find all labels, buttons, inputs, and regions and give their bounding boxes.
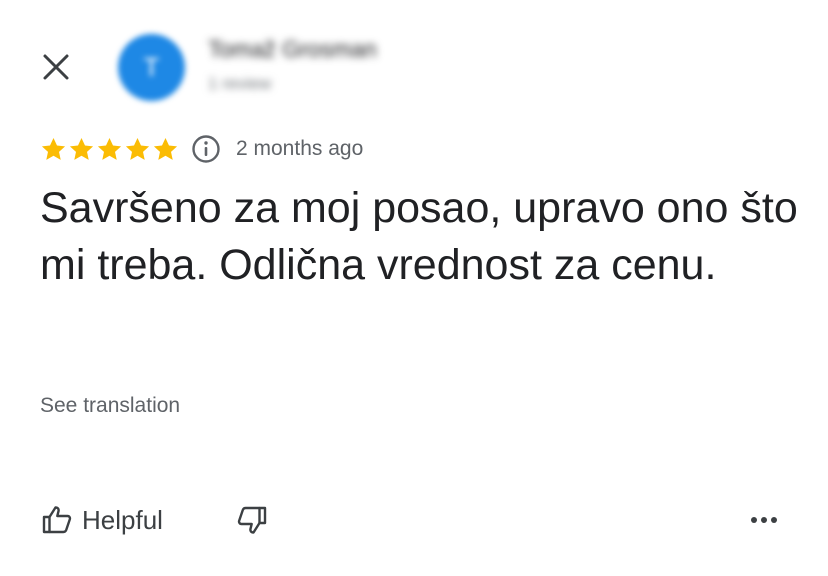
helpful-label: Helpful (82, 504, 163, 535)
author-avatar[interactable]: T (118, 34, 185, 101)
review-text: Savršeno za moj posao, upravo ono što mi… (40, 184, 798, 289)
see-translation-link[interactable]: See translation (40, 394, 180, 418)
more-options-button[interactable] (740, 500, 788, 540)
star-icon (153, 137, 178, 160)
author-review-count: 1 review (208, 74, 272, 93)
thumbs-down-icon (237, 506, 267, 534)
avatar-initial: T (143, 52, 160, 82)
star-icon (125, 137, 150, 160)
star-icon (97, 137, 122, 160)
review-header: T Tomaž Grosman 1 review (0, 0, 828, 120)
thumbs-up-icon (42, 506, 72, 534)
review-detail-page: T Tomaž Grosman 1 review 2 months ago Sa… (0, 0, 828, 576)
review-time-ago: 2 months ago (236, 137, 364, 160)
star-rating (40, 136, 180, 163)
close-icon (43, 54, 69, 80)
info-button[interactable] (191, 134, 221, 164)
not-helpful-button[interactable] (232, 500, 272, 540)
author-name[interactable]: Tomaž Grosman (208, 36, 377, 63)
close-button[interactable] (36, 47, 76, 87)
more-horizontal-icon (751, 517, 777, 523)
rating-row: 2 months ago (40, 132, 363, 166)
helpful-button[interactable]: Helpful (40, 498, 163, 542)
review-actions: Helpful (40, 498, 788, 542)
star-icon (41, 137, 66, 160)
star-icon (69, 137, 94, 160)
info-icon (192, 135, 220, 163)
